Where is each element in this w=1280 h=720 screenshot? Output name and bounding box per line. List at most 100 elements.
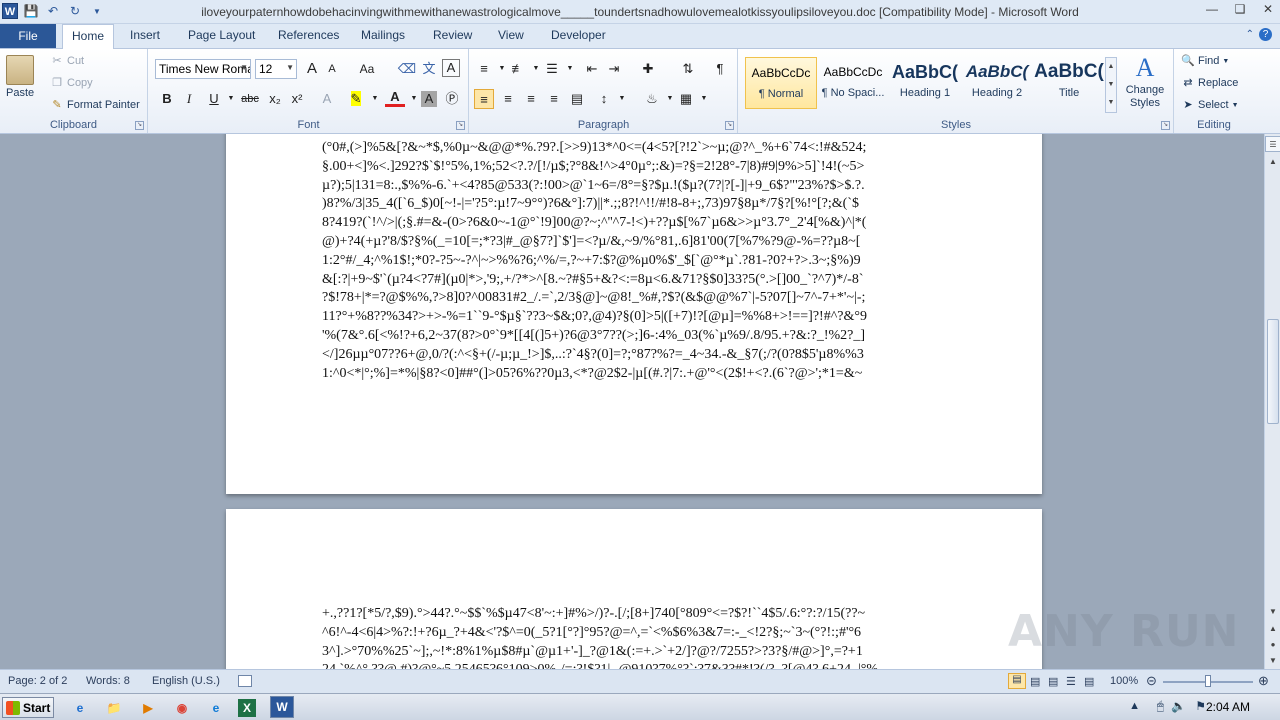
show-formatting-button[interactable]: ¶ <box>710 59 730 79</box>
tab-file[interactable]: File <box>0 24 56 48</box>
tab-insert[interactable]: Insert <box>130 28 160 42</box>
style-title[interactable]: AaBbC( Title <box>1033 57 1105 109</box>
borders-button[interactable]: ▦ <box>676 89 696 109</box>
minimize-ribbon-icon[interactable]: ⌃ <box>1246 29 1254 40</box>
zoom-in-icon[interactable]: ⊕ <box>1258 673 1269 689</box>
character-shading-button[interactable]: A <box>421 91 437 107</box>
phonetic-guide-button[interactable]: 文 <box>419 59 439 79</box>
macro-record-icon[interactable] <box>238 675 252 687</box>
scroll-down-icon[interactable]: ▼ <box>1265 604 1280 620</box>
bold-button[interactable]: B <box>157 89 177 109</box>
align-right-button[interactable]: ≡ <box>521 89 541 109</box>
clock[interactable]: 2:04 AM <box>1206 700 1250 714</box>
page-2-body-text[interactable]: +.,??1?[*5/?,$9).°>44?.°~$$`%$µ47<8'~:+]… <box>322 605 946 669</box>
multilevel-dropdown-icon[interactable]: ▼ <box>560 59 580 79</box>
page-1-text-line[interactable]: (°0#,(>]%5&[?&~*$,%0µ~&@@*%.?9?.[>>9)13*… <box>322 139 946 158</box>
format-painter-button[interactable]: ✎ Format Painter <box>50 98 139 112</box>
minimize-button[interactable]: — <box>1204 2 1220 16</box>
page-1-text-line[interactable]: &[:?|+9~$'`(µ?4<?7#](µ0|*>,'9;,+/?*>^[8.… <box>322 271 946 290</box>
scroll-up-icon[interactable]: ▲ <box>1265 154 1280 170</box>
change-styles-button[interactable]: A Change Styles <box>1121 53 1169 110</box>
change-case-button[interactable]: Aa <box>354 59 380 79</box>
network-icon[interactable]: 🖱 <box>1157 699 1164 714</box>
highlight-button[interactable]: ✎ <box>346 89 366 109</box>
page-2-text-line[interactable]: +.,??1?[*5/?,$9).°>44?.°~$$`%$µ47<8'~:+]… <box>322 605 946 624</box>
excel-icon[interactable]: X <box>238 699 256 717</box>
shrink-font-button[interactable]: A <box>322 59 342 79</box>
font-color-button[interactable]: A <box>385 89 405 107</box>
align-center-button[interactable]: ≡ <box>498 89 518 109</box>
outline-icon[interactable]: ☰ <box>1066 675 1076 688</box>
bullets-button[interactable]: ≡ <box>474 59 494 79</box>
volume-icon[interactable]: 🔈 <box>1171 699 1186 713</box>
strikethrough-button[interactable]: abc <box>237 89 263 109</box>
font-launcher-icon[interactable]: ↘ <box>456 121 465 130</box>
tab-developer[interactable]: Developer <box>551 28 606 42</box>
align-left-button[interactable]: ≡ <box>474 89 494 109</box>
italic-button[interactable]: I <box>179 89 199 109</box>
select-browse-object-icon[interactable]: ● <box>1265 637 1280 653</box>
clear-formatting-button[interactable]: ⌫ <box>397 59 417 79</box>
media-player-icon[interactable]: ▶ <box>136 697 160 718</box>
style-heading-2[interactable]: AaBbC( Heading 2 <box>961 57 1033 109</box>
page-1-text-line[interactable]: 8?419?(`!^/>|(;§.#=&-(0>?6&0~-1@°`!9]00@… <box>322 214 946 233</box>
chrome-icon[interactable]: ◉ <box>170 697 194 718</box>
word-count[interactable]: Words: 8 <box>86 675 130 687</box>
page-1-text-line[interactable]: @)+?4(+µ?'8/$?§%(_=10[=;*?3|#_@§7?]`$']=… <box>322 233 946 252</box>
highlight-dropdown-icon[interactable]: ▼ <box>365 89 385 109</box>
page-1-text-line[interactable]: µ?);5|131=8:.,$%%-6.`+<4?85@533(?:!00>@`… <box>322 177 946 196</box>
page-1-text-line[interactable]: ?$!78+|*=?@$%%,?>8]0?^00831#2_/.=`,2/3§@… <box>322 289 946 308</box>
font-name-box[interactable]: Times New Roma ▼ <box>155 59 251 79</box>
action-center-icon[interactable]: ⚑ <box>1195 699 1206 713</box>
language-indicator[interactable]: English (U.S.) <box>152 675 220 687</box>
distributed-button[interactable]: ▤ <box>567 89 587 109</box>
tab-view[interactable]: View <box>498 28 524 42</box>
file-explorer-icon[interactable]: 📁 <box>102 697 126 718</box>
web-layout-icon[interactable]: ▤ <box>1048 675 1058 688</box>
zoom-slider-thumb[interactable] <box>1205 675 1211 687</box>
page-1-text-line[interactable]: </]26µµ°07??6+@,0/?(:^<§+(/-µ;µ_!>]$,..:… <box>322 346 946 365</box>
page-1[interactable]: (°0#,(>]%5&[?&~*$,%0µ~&@@*%.?9?.[>>9)13*… <box>226 134 1042 494</box>
tab-review[interactable]: Review <box>433 28 472 42</box>
tab-page-layout[interactable]: Page Layout <box>188 28 255 42</box>
close-button[interactable]: ✕ <box>1260 2 1276 16</box>
document-area[interactable]: (°0#,(>]%5&[?&~*$,%0µ~&@@*%.?9?.[>>9)13*… <box>0 134 1264 669</box>
text-effects-button[interactable]: A <box>317 89 337 109</box>
vertical-scroll-thumb[interactable] <box>1267 319 1279 424</box>
replace-button[interactable]: ⇄ Replace <box>1181 76 1238 90</box>
clipboard-launcher-icon[interactable]: ↘ <box>135 121 144 130</box>
full-screen-reading-icon[interactable]: ▤ <box>1030 675 1040 688</box>
page-1-text-line[interactable]: 11?°+%8??%34?>+>-%=1``9-°$µ§`??3~$&;0?,@… <box>322 308 946 327</box>
multilevel-list-button[interactable]: ☰ <box>542 59 562 79</box>
tab-home[interactable]: Home <box>62 24 114 49</box>
print-layout-icon[interactable]: ▤ <box>1008 673 1026 689</box>
tray-expand-icon[interactable]: ▲ <box>1129 700 1140 712</box>
page-2-text-line[interactable]: ^6!^-4<6|4>%?:!+?6µ_?+4&<'?$^=0(_5?1[°?]… <box>322 624 946 643</box>
zoom-out-icon[interactable]: ⊝ <box>1146 673 1157 689</box>
page-1-text-line[interactable]: )8?%/3|35_4([`6_$)0[~!-|='?5°:µ!7~9°°)?6… <box>322 195 946 214</box>
zoom-level[interactable]: 100% <box>1110 675 1138 687</box>
styles-gallery-scroll[interactable]: ▲ ▼ ▼ <box>1105 57 1117 113</box>
page-count[interactable]: Page: 2 of 2 <box>8 675 67 687</box>
subscript-button[interactable]: x₂ <box>265 89 285 109</box>
line-spacing-dropdown-icon[interactable]: ▼ <box>612 89 632 109</box>
asian-layout-button[interactable]: ✚ <box>638 59 658 79</box>
styles-launcher-icon[interactable]: ↘ <box>1161 121 1170 130</box>
style-heading-1[interactable]: AaBbC( Heading 1 <box>889 57 961 109</box>
page-1-body-text[interactable]: (°0#,(>]%5&[?&~*$,%0µ~&@@*%.?9?.[>>9)13*… <box>322 139 946 383</box>
borders-dropdown-icon[interactable]: ▼ <box>694 89 714 109</box>
decrease-indent-button[interactable]: ⇤ <box>582 59 602 79</box>
justify-button[interactable]: ≡ <box>544 89 564 109</box>
superscript-button[interactable]: x² <box>287 89 307 109</box>
page-2[interactable]: +.,??1?[*5/?,$9).°>44?.°~$$`%$µ47<8'~:+]… <box>226 509 1042 669</box>
style-no-spacing[interactable]: AaBbCcDc ¶ No Spaci... <box>817 57 889 109</box>
select-button[interactable]: ➤ Select ▼ <box>1181 98 1238 112</box>
internet-explorer-icon[interactable]: e <box>68 697 92 718</box>
page-2-text-line[interactable]: 3^].>°70%%25`~];,~!*:8%1%µ$8#µ`@µ1+'-]_?… <box>322 643 946 662</box>
start-button[interactable]: Start <box>2 697 54 718</box>
find-button[interactable]: 🔍 Find ▼ <box>1181 54 1229 68</box>
style-normal[interactable]: AaBbCcDc ¶ Normal <box>745 57 817 109</box>
ruler-toggle-icon[interactable]: ☰ <box>1265 136 1280 152</box>
page-1-text-line[interactable]: 1:^0<*|°;%]=*%|§8?<0]##°(]>05?6%??0µ3,<*… <box>322 365 946 384</box>
tab-mailings[interactable]: Mailings <box>361 28 405 42</box>
